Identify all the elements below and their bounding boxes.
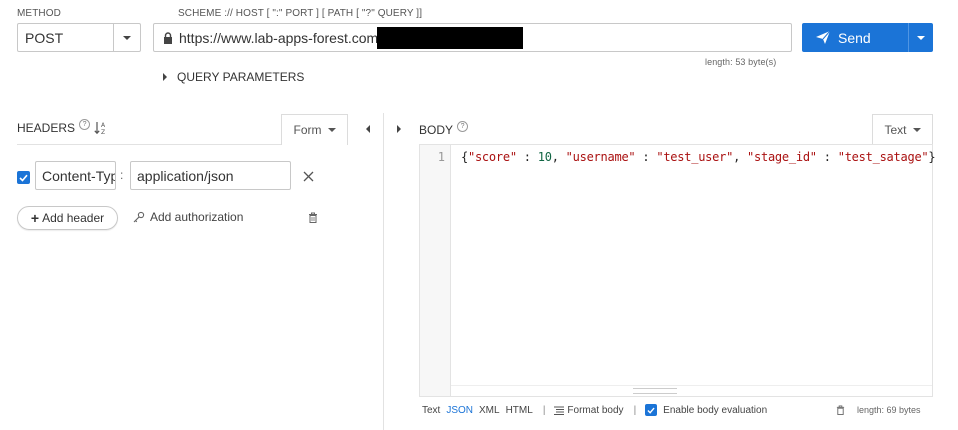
separator: | [633,404,637,416]
header-name-value: Content-Type [42,167,115,184]
url-format-label: SCHEME :// HOST [ ":" PORT ] [ PATH [ "?… [178,8,423,19]
format-body-label: Format body [567,404,624,416]
headers-mode-label: Form [293,123,322,137]
help-icon[interactable]: ? [79,118,91,130]
chevron-right-icon [163,73,167,81]
code-number: 10 [537,150,552,164]
body-code-line[interactable]: {"score" : 10, "username" : "test_user",… [461,150,936,164]
body-title: BODY ? [419,120,469,137]
body-editor[interactable]: 1 {"score" : 10, "username" : "test_user… [419,144,936,397]
method-value: POST [25,29,64,46]
body-title-text: BODY [419,123,454,137]
header-enabled-checkbox[interactable] [17,171,30,184]
panel-divider [383,113,384,430]
header-colon: : [120,168,124,182]
redacted-block [377,27,523,49]
add-header-label: Add header [42,211,105,225]
chevron-down-icon [917,35,925,40]
paper-plane-icon [816,31,830,44]
chevron-down-icon [912,128,921,132]
format-html[interactable]: HTML [506,405,533,416]
code-key: "score" [467,150,517,164]
format-text[interactable]: Text [422,405,440,416]
add-header-button[interactable]: + Add header [17,206,118,230]
send-button-group[interactable]: Send [802,23,933,52]
query-parameters-label: QUERY PARAMETERS [177,70,305,84]
send-options-toggle[interactable] [908,23,933,52]
help-icon[interactable]: ? [457,120,469,132]
code-key: "username" [565,150,636,164]
trash-icon[interactable] [308,212,318,223]
code-brace: } [928,150,936,164]
method-label: METHOD [17,8,61,19]
chevron-down-icon [123,35,131,40]
url-length: length: 53 byte(s) [705,57,777,67]
header-value-input[interactable]: application/json [130,161,291,190]
headers-title-text: HEADERS [17,121,76,135]
line-number-gutter: 1 [420,145,451,396]
header-name-input[interactable]: Content-Type [35,161,116,190]
trash-icon[interactable] [836,405,845,415]
line-number: 1 [437,150,445,164]
add-authorization-label: Add authorization [150,210,244,224]
body-footer: Text JSON XML HTML | Format body | Enabl… [422,404,767,416]
format-lines-icon [554,406,565,415]
code-string: "test_user" [656,150,734,164]
headers-mode-dropdown[interactable]: Form [281,114,348,145]
key-icon [133,211,145,223]
lock-icon [164,31,172,44]
enable-eval-label[interactable]: Enable body evaluation [663,405,767,416]
code-string: "test_satage" [837,150,929,164]
method-dropdown-toggle[interactable] [113,24,140,51]
send-label: Send [838,29,871,46]
close-icon[interactable] [303,171,314,182]
svg-text:Z: Z [101,129,105,135]
code-brace: { [461,150,468,164]
header-value-value: application/json [137,167,234,184]
method-select[interactable]: POST [17,23,141,52]
headers-title-rule [17,144,281,145]
url-value: https://www.lab-apps-forest.com [179,29,379,46]
enable-eval-checkbox[interactable] [645,404,658,416]
separator: | [542,404,546,416]
query-parameters-toggle[interactable]: QUERY PARAMETERS [163,70,304,84]
plus-icon: + [30,210,40,226]
format-json[interactable]: JSON [446,405,473,416]
chevron-down-icon [327,128,336,132]
checkmark-icon [19,174,28,182]
collapse-left-icon[interactable] [366,125,370,133]
resize-handle[interactable] [633,388,677,394]
add-authorization-button[interactable]: Add authorization [133,210,243,224]
checkmark-icon [647,407,655,414]
format-body-button[interactable]: Format body [554,404,624,416]
body-mode-dropdown[interactable]: Text [872,114,933,145]
editor-bottom-bar [451,385,932,396]
body-mode-label: Text [884,123,907,137]
body-length: length: 69 bytes [857,405,921,415]
format-xml[interactable]: XML [479,405,500,416]
code-key: "stage_id" [747,150,817,164]
send-button[interactable]: Send [802,30,908,46]
sort-az-icon[interactable]: A Z [94,121,108,135]
collapse-right-icon[interactable] [397,125,401,133]
svg-text:A: A [101,122,106,129]
headers-title: HEADERS ? A Z [17,118,108,135]
